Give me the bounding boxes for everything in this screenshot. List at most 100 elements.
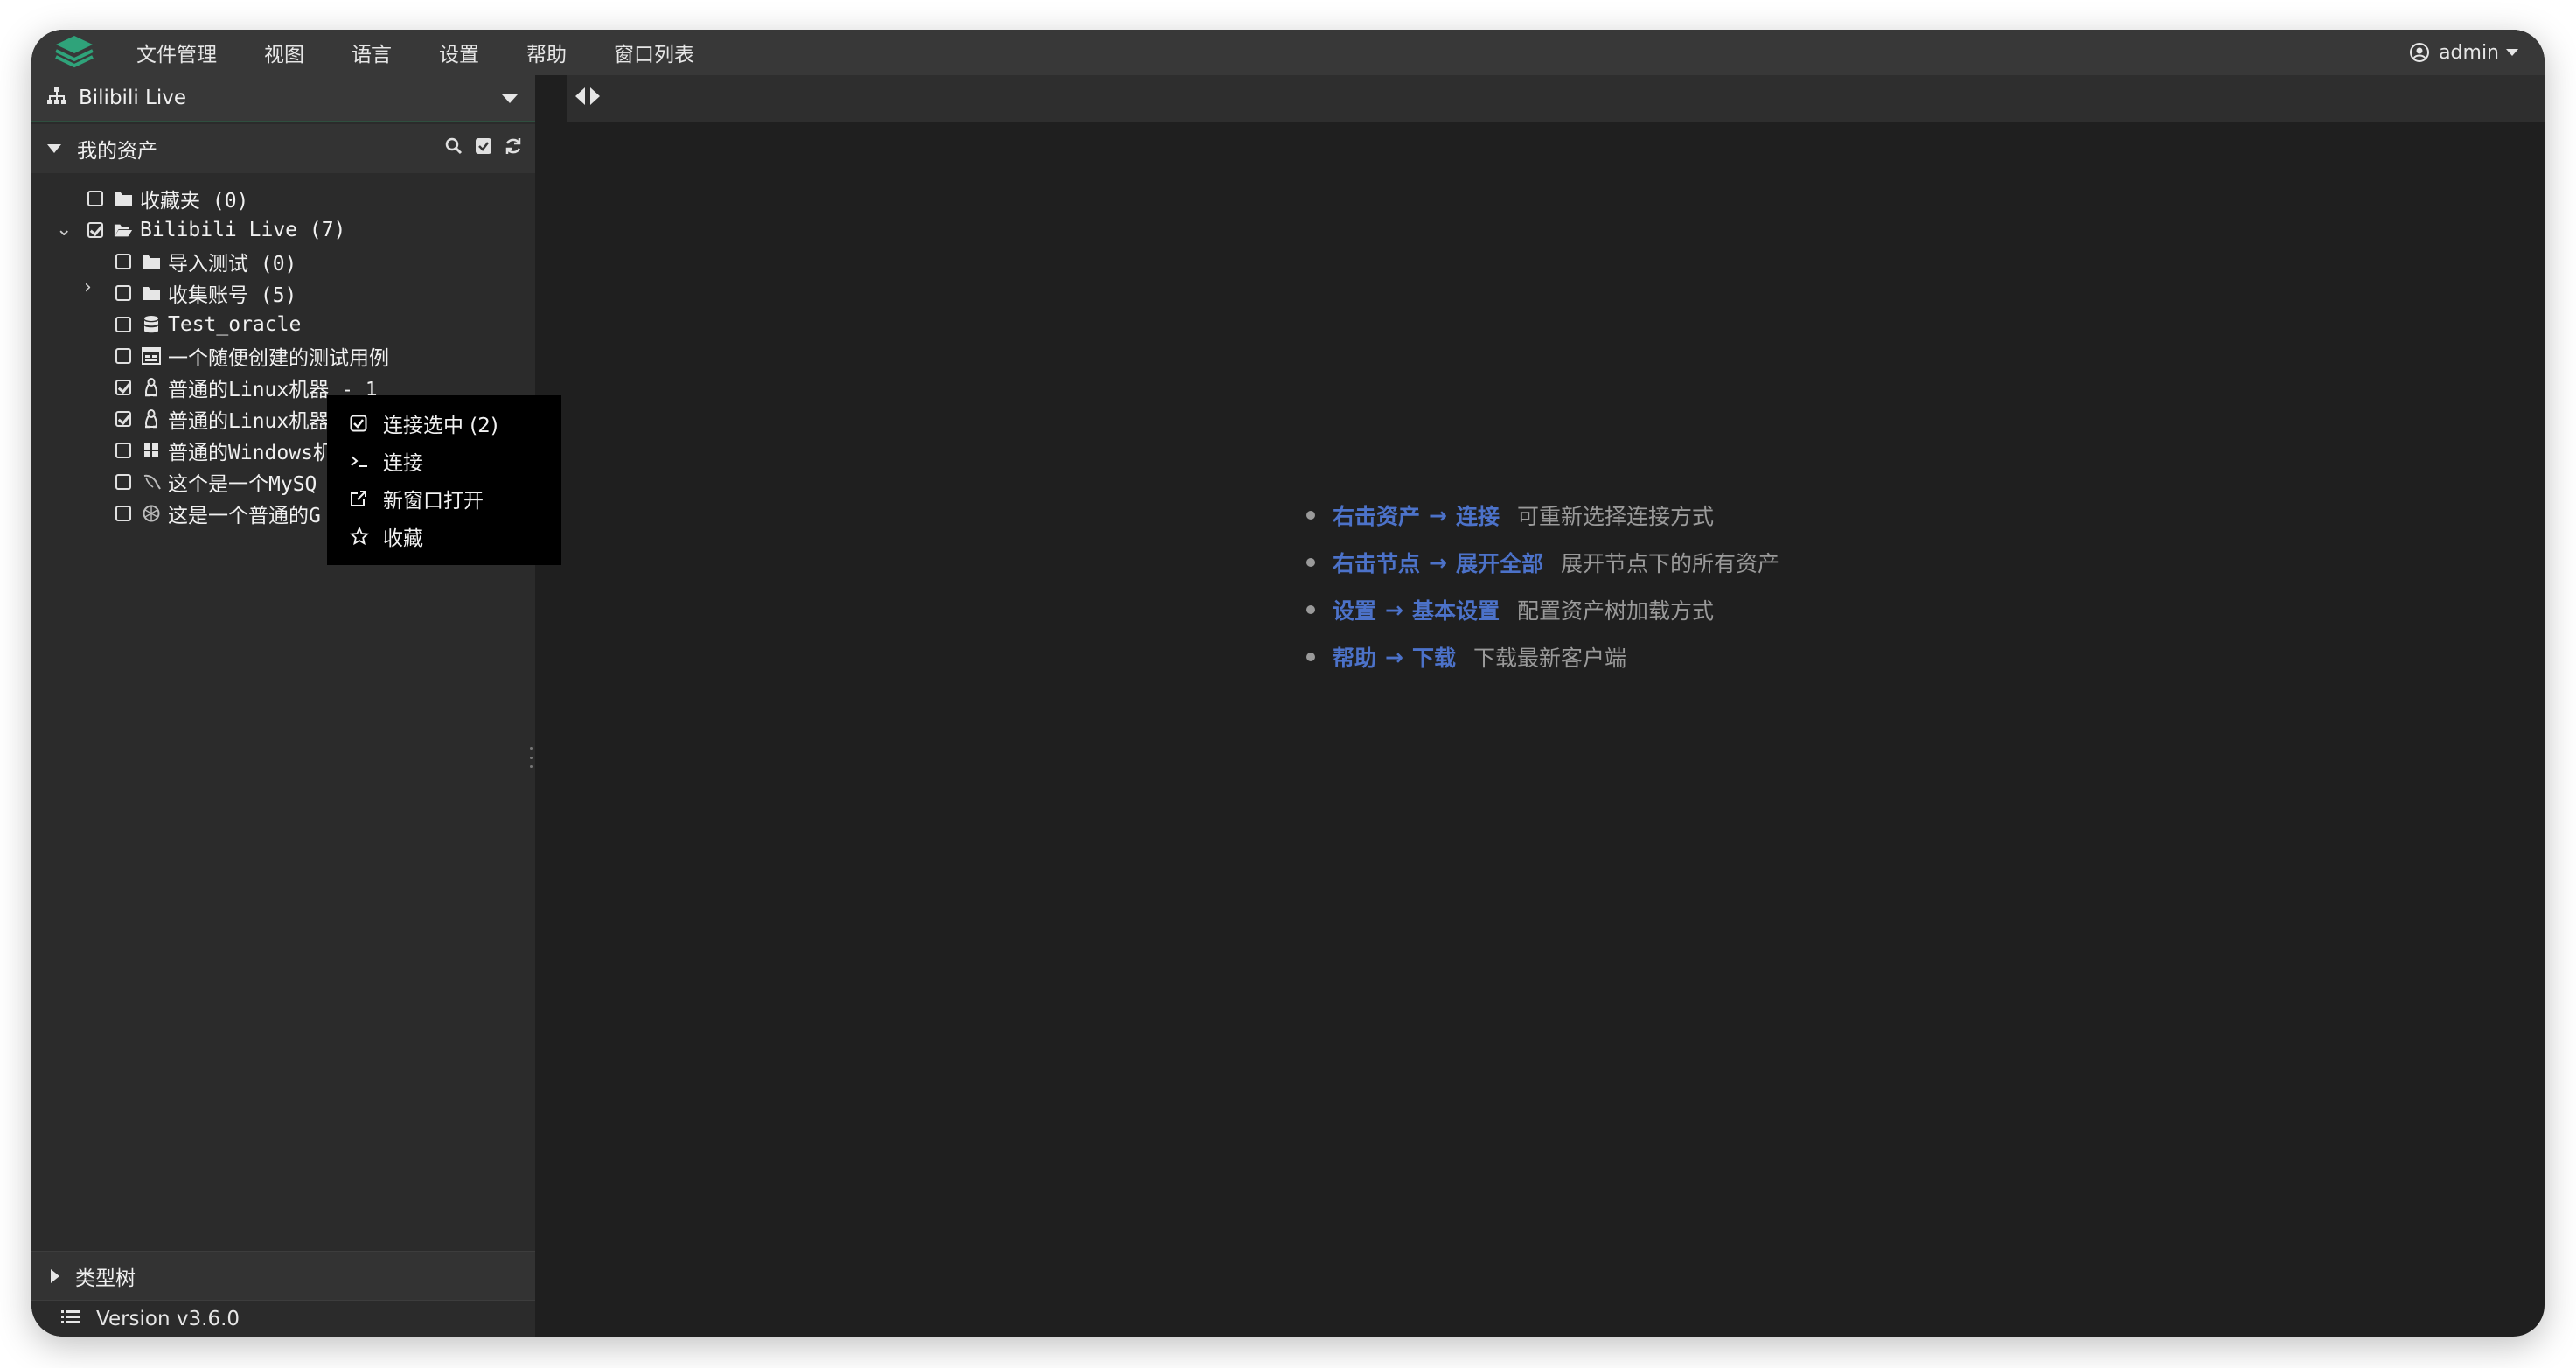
tree-node-label: 收藏夹 (0): [140, 190, 249, 213]
list-icon[interactable]: [61, 1308, 80, 1330]
tree-node-label: Test_oracle: [168, 313, 302, 336]
tree-node-test-case[interactable]: 一个随便创建的测试用例: [115, 341, 389, 371]
checkbox[interactable]: [115, 317, 131, 332]
check-square-icon[interactable]: [474, 136, 493, 156]
user-menu[interactable]: admin: [2409, 30, 2518, 75]
tree-node-label: 这是一个普通的G: [168, 505, 321, 527]
tree-node-linux-2[interactable]: 普通的Linux机器: [115, 404, 329, 434]
sidebar: Bilibili Live 我的资产 收藏夹 (0) ⌄ Bilibili Li…: [31, 75, 535, 1337]
org-selector[interactable]: Bilibili Live: [31, 75, 535, 122]
my-assets-header[interactable]: 我的资产: [31, 124, 535, 173]
tree-node-gpt[interactable]: 这是一个普通的G: [115, 499, 321, 528]
tree-node-bilibili-live[interactable]: Bilibili Live (7): [87, 215, 345, 245]
bullet: [1306, 558, 1315, 567]
checkbox-checked[interactable]: [115, 411, 131, 427]
tree-node-label: 收集账号 (5): [168, 284, 297, 307]
checkbox[interactable]: [115, 474, 131, 490]
app-window: 文件管理 视图 语言 设置 帮助 窗口列表 admin Bilibili Liv…: [31, 30, 2545, 1337]
tip-link-b: 下载: [1411, 646, 1456, 671]
linux-icon: [142, 409, 161, 429]
checkbox-checked[interactable]: [115, 380, 131, 395]
context-menu: 连接选中 (2) 连接 新窗口打开 收藏: [327, 395, 561, 565]
folder-icon: [142, 252, 161, 271]
linux-icon: [142, 378, 161, 397]
arrow-right-icon: →: [1385, 597, 1403, 623]
tree-node-favorites[interactable]: 收藏夹 (0): [87, 184, 248, 213]
arrow-right-icon: →: [1385, 644, 1403, 670]
menu-bar: 文件管理 视图 语言 设置 帮助 窗口列表 admin: [31, 30, 2545, 75]
bullet: [1306, 605, 1315, 614]
version-bar: Version v3.6.0: [31, 1300, 535, 1337]
help-tips: 右击资产 → 连接 可重新选择连接方式 右击节点 → 展开全部 展开节点下的所有…: [1306, 492, 1779, 681]
ctx-item-label: 连接选中 (2): [383, 414, 498, 437]
menu-help[interactable]: 帮助: [526, 38, 567, 67]
caret-down-icon: [502, 94, 518, 103]
folder-icon: [142, 283, 161, 303]
windows-icon: [142, 441, 161, 460]
type-tree-label: 类型树: [75, 1267, 136, 1290]
menu-file-manager[interactable]: 文件管理: [136, 38, 217, 67]
openai-icon: [142, 504, 161, 523]
tree-node-test-oracle[interactable]: Test_oracle: [115, 310, 301, 339]
tip-link-b: 基本设置: [1411, 598, 1500, 624]
tip-link-a: 设置: [1333, 598, 1377, 624]
checkbox-checked[interactable]: [87, 222, 103, 238]
ctx-item-label: 新窗口打开: [383, 489, 484, 513]
refresh-icon[interactable]: [504, 136, 523, 156]
checkbox[interactable]: [115, 285, 131, 301]
tree-node-label: 一个随便创建的测试用例: [168, 347, 389, 370]
tip-item: 设置 → 基本设置 配置资产树加载方式: [1306, 586, 1779, 633]
tree-node-collected-accounts[interactable]: 收集账号 (5): [115, 278, 296, 308]
tree-node-label: 这个是一个MySQ: [168, 473, 317, 496]
menu-language[interactable]: 语言: [352, 38, 392, 67]
checkbox[interactable]: [115, 506, 131, 521]
ctx-item-label: 连接: [383, 451, 423, 475]
checkbox[interactable]: [115, 348, 131, 364]
terminal-icon: [350, 453, 372, 469]
caret-left-icon[interactable]: [575, 87, 585, 105]
app-logo-icon: [52, 33, 96, 72]
tip-link-b: 展开全部: [1455, 551, 1543, 576]
bullet: [1306, 511, 1315, 520]
tip-item: 右击节点 → 展开全部 展开节点下的所有资产: [1306, 539, 1779, 586]
checkbox[interactable]: [115, 443, 131, 458]
ctx-item-label: 收藏: [383, 527, 423, 550]
menu-settings[interactable]: 设置: [439, 38, 479, 67]
resize-handle[interactable]: [530, 747, 533, 768]
external-link-icon: [350, 490, 372, 507]
browser-window-icon: [142, 346, 161, 366]
ctx-connect[interactable]: 连接: [327, 442, 561, 479]
checkbox[interactable]: [87, 191, 103, 206]
arrow-right-icon: →: [1429, 549, 1447, 576]
type-tree-header[interactable]: 类型树: [31, 1251, 535, 1300]
arrow-right-icon: →: [1429, 502, 1447, 528]
tip-item: 右击资产 → 连接 可重新选择连接方式: [1306, 492, 1779, 539]
tab-bar: [567, 75, 2545, 122]
tip-link-a: 右击节点: [1333, 551, 1421, 576]
caret-down-icon: [2506, 49, 2518, 56]
tree-node-import-test[interactable]: 导入测试 (0): [115, 247, 296, 276]
org-name: Bilibili Live: [79, 87, 186, 109]
search-icon[interactable]: [444, 136, 463, 156]
tree-tools: [444, 136, 523, 156]
ctx-favorite[interactable]: 收藏: [327, 517, 561, 555]
tip-item: 帮助 → 下载 下载最新客户端: [1306, 633, 1779, 681]
tip-desc: 展开节点下的所有资产: [1560, 551, 1779, 576]
mysql-dolphin-icon: [142, 472, 161, 492]
caret-right-icon[interactable]: [590, 87, 600, 105]
tree-node-label: 普通的Linux机器: [168, 410, 330, 433]
version-text: Version v3.6.0: [96, 1307, 240, 1330]
checkbox[interactable]: [115, 254, 131, 269]
ctx-open-new-window[interactable]: 新窗口打开: [327, 479, 561, 517]
menu-view[interactable]: 视图: [264, 38, 304, 67]
chevron-right-icon[interactable]: ›: [84, 276, 92, 298]
chevron-down-icon[interactable]: ⌄: [56, 219, 72, 241]
menu-window-list[interactable]: 窗口列表: [614, 38, 694, 67]
star-icon: [350, 526, 372, 546]
sitemap-icon: [47, 87, 66, 108]
tree-node-mysql[interactable]: 这个是一个MySQ: [115, 467, 317, 497]
caret-right-icon: [51, 1268, 59, 1283]
tip-desc: 配置资产树加载方式: [1516, 598, 1714, 624]
ctx-connect-selected[interactable]: 连接选中 (2): [327, 404, 561, 442]
tree-node-windows[interactable]: 普通的Windows机: [115, 436, 333, 465]
